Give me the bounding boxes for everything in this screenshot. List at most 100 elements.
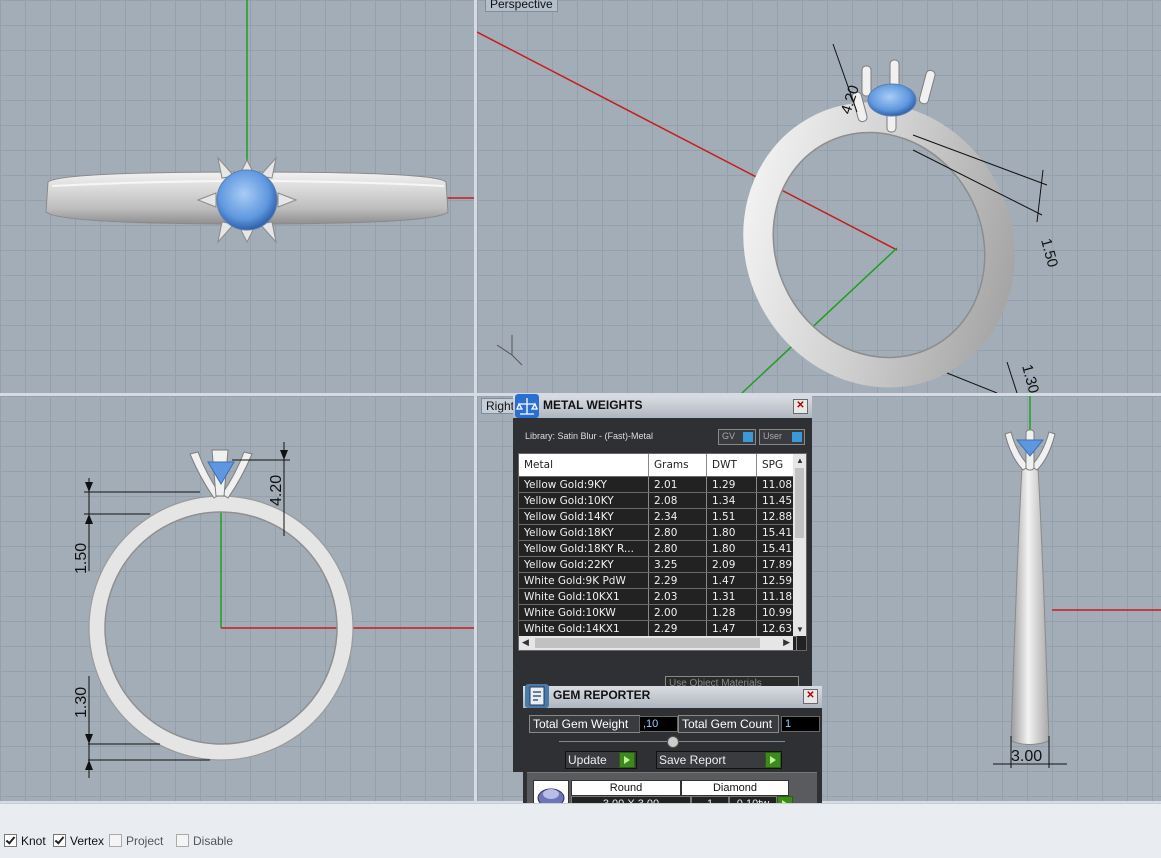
project-check-icon — [109, 834, 122, 847]
col-dwt[interactable]: DWT — [706, 454, 757, 477]
cell-metal: Yellow Gold:14KY — [519, 508, 649, 525]
viewport-front[interactable]: 1.50 4.20 1.30 — [0, 396, 474, 801]
total-gem-weight-value[interactable]: ,10 — [639, 716, 678, 732]
metal-table-header: Metal Grams DWT SPG — [519, 454, 797, 477]
gem-reporter-titlebar[interactable]: GEM REPORTER ✕ — [523, 684, 822, 708]
metal-weights-titlebar[interactable]: METAL WEIGHTS ✕ — [513, 394, 812, 418]
cell-metal: Yellow Gold:18KY — [519, 524, 649, 541]
metal-table-row[interactable]: Yellow Gold:18KY R... 2.80 1.80 15.41 — [519, 540, 797, 557]
cell-grams: 2.01 — [648, 476, 707, 493]
cell-metal: White Gold:10KX1 — [519, 588, 649, 605]
gv-label: GV — [722, 431, 736, 441]
metal-table-row[interactable]: Yellow Gold:14KY 2.34 1.51 12.88 — [519, 508, 797, 525]
project-label: Project — [126, 834, 164, 848]
gem-report-icon — [525, 684, 549, 708]
col-spg[interactable]: SPG — [756, 454, 797, 477]
cell-metal: White Gold:9K PdW — [519, 572, 649, 589]
cell-grams: 2.00 — [648, 604, 707, 621]
cell-dwt: 1.29 — [706, 476, 757, 493]
user-toggle[interactable]: User — [759, 429, 805, 445]
cell-dwt: 1.28 — [706, 604, 757, 621]
metal-weights-close-icon[interactable]: ✕ — [793, 399, 808, 414]
project-checkbox[interactable]: Project — [109, 834, 163, 848]
cell-spg: 12.59 — [756, 572, 797, 589]
library-label: Library: Satin Blur - (Fast)-Metal — [525, 431, 654, 441]
cell-grams: 2.29 — [648, 620, 707, 637]
total-gem-weight-label: Total Gem Weight — [529, 715, 640, 733]
metal-table-container[interactable]: Metal Grams DWT SPG Yellow Gold:9KY 2.01 1… — [518, 453, 807, 651]
cell-spg: 17.89 — [756, 556, 797, 573]
cell-spg: 15.41 — [756, 540, 797, 557]
vertex-checkbox[interactable]: Vertex — [53, 834, 104, 848]
knot-check-icon — [4, 834, 17, 847]
cell-metal: Yellow Gold:18KY R... — [519, 540, 649, 557]
scroll-left-icon[interactable]: ◀ — [522, 637, 529, 648]
metal-hscroll[interactable]: ◀ ▶ — [519, 636, 793, 650]
cell-dwt: 1.80 — [706, 540, 757, 557]
cell-spg: 12.63 — [756, 620, 797, 637]
disable-label: Disable — [193, 834, 234, 848]
cell-spg: 11.18 — [756, 588, 797, 605]
gem-reporter-close-icon[interactable]: ✕ — [803, 689, 818, 704]
top-view-canvas — [45, 0, 474, 244]
vertex-check-icon — [53, 834, 66, 847]
scroll-thumb[interactable] — [795, 468, 804, 538]
cell-metal: White Gold:14KX1 — [519, 620, 649, 637]
metal-table-row[interactable]: Yellow Gold:18KY 2.80 1.80 15.41 — [519, 524, 797, 541]
viewport-top[interactable] — [0, 0, 474, 393]
user-switch-icon — [792, 432, 802, 442]
scroll-up-icon[interactable]: ▲ — [796, 456, 804, 465]
cell-grams: 3.25 — [648, 556, 707, 573]
cell-metal: Yellow Gold:9KY — [519, 476, 649, 493]
metal-table-row[interactable]: Yellow Gold:10KY 2.08 1.34 11.45 — [519, 492, 797, 509]
knot-checkbox[interactable]: Knot — [4, 834, 46, 848]
cell-grams: 2.03 — [648, 588, 707, 605]
metal-table-row[interactable]: Yellow Gold:22KY 3.25 2.09 17.89 — [519, 556, 797, 573]
cell-spg: 15.41 — [756, 524, 797, 541]
knot-label: Knot — [21, 834, 46, 848]
scroll-hthumb[interactable] — [535, 638, 760, 648]
col-grams[interactable]: Grams — [648, 454, 707, 477]
cell-spg: 11.08 — [756, 476, 797, 493]
front-dim-c: 1.30 — [73, 687, 90, 718]
cell-dwt: 1.51 — [706, 508, 757, 525]
metal-table: Metal Grams DWT SPG Yellow Gold:9KY 2.01 1… — [519, 454, 797, 650]
metal-weights-title: METAL WEIGHTS — [543, 398, 643, 412]
col-metal[interactable]: Metal — [519, 454, 649, 477]
total-gem-count-value[interactable]: 1 — [781, 716, 820, 732]
scroll-right-icon[interactable]: ▶ — [783, 637, 790, 648]
cell-grams: 2.29 — [648, 572, 707, 589]
save-report-go-icon[interactable] — [765, 752, 781, 768]
gv-toggle[interactable]: GV — [718, 429, 756, 445]
scroll-down-icon[interactable]: ▼ — [796, 625, 804, 634]
cell-spg: 11.45 — [756, 492, 797, 509]
cell-dwt: 1.47 — [706, 620, 757, 637]
metal-table-row[interactable]: White Gold:10KW 2.00 1.28 10.99 — [519, 604, 797, 621]
osnap-status-bar: Knot Vertex Project Disable — [0, 803, 1161, 858]
splitter-handle-icon[interactable] — [667, 736, 679, 748]
metal-table-row[interactable]: White Gold:10KX1 2.03 1.31 11.18 — [519, 588, 797, 605]
cell-metal: White Gold:10KW — [519, 604, 649, 621]
front-dim-b: 4.20 — [268, 475, 285, 506]
cell-grams: 2.80 — [648, 524, 707, 541]
gem-material: Diamond — [681, 780, 789, 796]
save-report-button[interactable]: Save Report — [656, 751, 782, 769]
viewport-perspective[interactable]: 4.20 1.50 1.30 Perspective — [477, 0, 1161, 393]
disable-checkbox[interactable]: Disable — [176, 834, 233, 848]
gem-shape: Round — [571, 780, 681, 796]
disable-check-icon — [176, 834, 189, 847]
metal-vscroll[interactable]: ▲ ▼ — [793, 454, 806, 636]
update-go-icon[interactable] — [619, 752, 635, 768]
perspective-label[interactable]: Perspective — [485, 0, 558, 12]
cell-grams: 2.80 — [648, 540, 707, 557]
front-view-canvas: 1.50 4.20 1.30 — [73, 442, 474, 778]
metal-table-row[interactable]: Yellow Gold:9KY 2.01 1.29 11.08 — [519, 476, 797, 493]
cell-grams: 2.08 — [648, 492, 707, 509]
cell-spg: 12.88 — [756, 508, 797, 525]
right-dim-a: 3.00 — [1011, 748, 1042, 765]
perspective-dim-c: 1.30 — [1018, 363, 1042, 393]
metal-table-body: Yellow Gold:9KY 2.01 1.29 11.08 Yellow Gold:… — [519, 476, 797, 650]
front-dim-a: 1.50 — [73, 543, 90, 574]
metal-table-row[interactable]: White Gold:14KX1 2.29 1.47 12.63 — [519, 620, 797, 637]
metal-table-row[interactable]: White Gold:9K PdW 2.29 1.47 12.59 — [519, 572, 797, 589]
